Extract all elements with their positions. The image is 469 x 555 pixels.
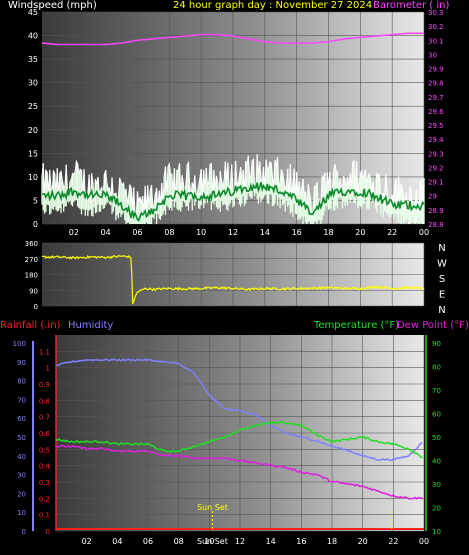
y-tick-label-barometer: 29.9 <box>428 66 444 74</box>
x-tick-label: 14 <box>266 537 276 546</box>
y-tick-label-barometer: 29.4 <box>428 136 444 144</box>
y-tick-label-barometer: 29.3 <box>428 150 444 158</box>
y-tick-label-rainfall: 0.8 <box>39 397 50 405</box>
x-tick-label: 00 <box>419 228 429 237</box>
y-tick-label-wind: 20 <box>28 126 38 135</box>
y-tick-label-wind: 30 <box>28 79 38 88</box>
y-tick-label-rainfall: 0.2 <box>39 495 50 503</box>
y-tick-label-barometer: 29.6 <box>428 108 444 116</box>
x-tick-label: 14 <box>260 228 270 237</box>
x-tick-label: 08 <box>174 537 184 546</box>
y-tick-label-barometer: 30 <box>428 51 437 59</box>
y-tick-label-rainfall: 0.3 <box>39 479 50 487</box>
y-tick-label-humidity: 40 <box>17 453 26 461</box>
y-tick-label-temperature: 70 <box>432 387 441 395</box>
y-tick-label-wind: 45 <box>28 8 38 17</box>
y-tick-label-rainfall: 0.9 <box>39 381 50 389</box>
y-tick-label-temperature: 10 <box>432 528 441 536</box>
x-tick-label: 10 <box>196 228 206 237</box>
y-tick-label-humidity: 100 <box>13 340 26 348</box>
compass-label: N <box>438 243 445 254</box>
y-tick-label-temperature: 60 <box>432 411 441 419</box>
x-tick-label: 18 <box>327 537 337 546</box>
weather-charts: 02 04 06 08 10 12 14 16 18 20 22 0002 04 06 08 10 12 14 16… <box>13 8 447 546</box>
compass-label: S <box>439 274 445 285</box>
y-tick-label-barometer: 29.5 <box>428 122 444 130</box>
y-tick-label-barometer: 29.7 <box>428 94 444 102</box>
x-tick-label: 04 <box>112 537 122 546</box>
y-tick-label-barometer: 29 <box>428 193 437 201</box>
y-tick-label-humidity: 30 <box>17 472 26 480</box>
y-tick-label-humidity: 70 <box>17 396 26 404</box>
y-tick-label-temperature: 90 <box>432 340 441 348</box>
y-tick-label-barometer: 30.3 <box>428 9 444 17</box>
x-tick-label: 04 <box>101 228 111 237</box>
x-tick-label: 20 <box>358 537 368 546</box>
y-tick-label-humidity: 0 <box>22 528 26 536</box>
x-tick-label: 22 <box>387 228 397 237</box>
compass-label: N <box>438 305 445 316</box>
y-tick-label-barometer: 30.2 <box>428 23 444 31</box>
y-tick-label-direction: 180 <box>25 272 38 280</box>
y-tick-label-wind: 0 <box>33 220 38 229</box>
y-tick-label-rainfall: 1.1 <box>39 348 50 356</box>
y-tick-label-direction: 0 <box>34 303 38 311</box>
weather-graph-page: Windspeed (mph) 24 hour graph day : Nove… <box>0 0 469 555</box>
x-tick-label: 16 <box>292 228 302 237</box>
y-tick-label-rainfall: 1 <box>46 365 50 373</box>
y-tick-label-temperature: 20 <box>432 505 441 513</box>
y-tick-label-barometer: 29.1 <box>428 179 444 187</box>
x-tick-label: 02 <box>82 537 92 546</box>
y-tick-label-barometer: 28.9 <box>428 207 444 215</box>
y-tick-label-barometer: 29.2 <box>428 164 444 172</box>
sunset-label-axis: Sun Set <box>197 537 228 546</box>
y-tick-label-humidity: 20 <box>17 490 26 498</box>
x-tick-label: 12 <box>228 228 238 237</box>
y-tick-label-rainfall: 0.7 <box>39 414 50 422</box>
sunset-label: Sun Set <box>197 503 228 512</box>
y-tick-label-rainfall: 0 <box>46 528 50 536</box>
y-tick-label-temperature: 40 <box>432 458 441 466</box>
x-tick-label: 06 <box>143 537 153 546</box>
x-tick-label: 02 <box>69 228 79 237</box>
x-tick-label: 22 <box>388 537 398 546</box>
y-tick-label-barometer: 29.8 <box>428 80 444 88</box>
y-tick-label-rainfall: 0.4 <box>39 463 51 471</box>
y-tick-label-temperature: 80 <box>432 364 441 372</box>
y-tick-label-temperature: 50 <box>432 434 441 442</box>
compass-label: W <box>437 259 447 270</box>
y-tick-label-wind: 35 <box>28 55 38 64</box>
y-tick-label-direction: 360 <box>25 240 38 248</box>
y-tick-label-humidity: 90 <box>17 359 26 367</box>
y-tick-label-rainfall: 0.1 <box>39 512 50 520</box>
x-tick-label: 08 <box>164 228 174 237</box>
y-tick-label-wind: 5 <box>33 196 38 205</box>
x-tick-label: 20 <box>355 228 365 237</box>
y-tick-label-temperature: 30 <box>432 481 441 489</box>
x-tick-label: 00 <box>419 537 429 546</box>
y-tick-label-rainfall: 0.5 <box>39 446 50 454</box>
y-tick-label-humidity: 50 <box>17 434 26 442</box>
y-tick-label-humidity: 60 <box>17 415 26 423</box>
x-tick-label: 12 <box>235 537 245 546</box>
y-tick-label-wind: 40 <box>28 32 38 41</box>
x-tick-label: 06 <box>132 228 142 237</box>
y-tick-label-wind: 10 <box>28 173 38 182</box>
y-tick-label-humidity: 80 <box>17 378 26 386</box>
y-tick-label-direction: 270 <box>25 256 38 264</box>
y-tick-label-wind: 25 <box>28 102 38 111</box>
y-tick-label-direction: 90 <box>29 287 38 295</box>
y-tick-label-humidity: 10 <box>17 509 26 517</box>
y-tick-label-barometer: 28.8 <box>428 221 444 229</box>
y-tick-label-barometer: 30.1 <box>428 37 444 45</box>
compass-label: E <box>439 290 445 301</box>
x-tick-label: 16 <box>296 537 306 546</box>
y-tick-label-rainfall: 0.6 <box>39 430 51 438</box>
x-tick-label: 18 <box>323 228 333 237</box>
y-tick-label-wind: 15 <box>28 149 38 158</box>
